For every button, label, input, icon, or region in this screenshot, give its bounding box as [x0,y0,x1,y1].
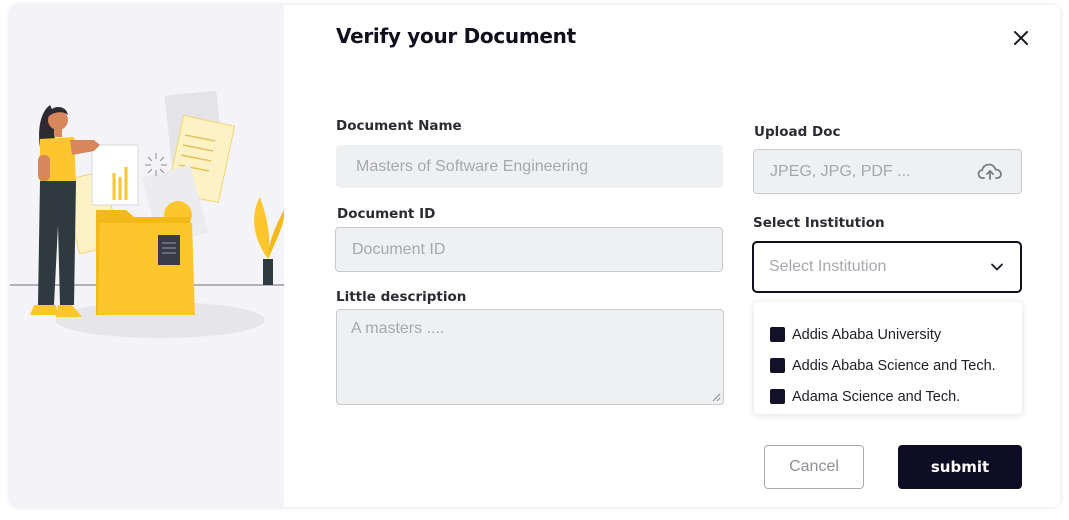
upload-doc-label: Upload Doc [754,124,841,140]
verify-document-dialog: Verify your Document Document Name Maste… [10,5,1060,507]
institution-option-label: Addis Ababa Science and Tech. [792,357,996,374]
select-institution-label: Select Institution [753,215,885,231]
dialog-title: Verify your Document [336,24,576,48]
institution-option-label: Adama Science and Tech. [792,388,961,405]
cloud-upload-icon[interactable] [977,162,1003,182]
resize-grip-icon[interactable] [711,392,721,402]
description-label: Little description [336,289,467,305]
checkbox[interactable] [770,327,785,342]
document-id-field[interactable] [335,227,723,272]
upload-doc-placeholder: JPEG, JPG, PDF ... [770,162,911,180]
institution-option-label: Addis Ababa University [792,326,942,343]
close-button[interactable] [1010,27,1032,49]
illustration-panel [10,5,284,507]
document-name-label: Document Name [336,118,462,134]
document-id-input[interactable] [352,240,722,259]
description-textarea[interactable] [351,320,723,400]
institution-option[interactable]: Adama Science and Tech. [754,381,1022,412]
checkbox[interactable] [770,389,785,404]
upload-doc-field[interactable]: JPEG, JPG, PDF ... [753,149,1022,194]
institution-dropdown: Addis Ababa University Addis Ababa Scien… [754,302,1022,414]
document-folder-illustration [10,90,284,338]
institution-select[interactable]: Select Institution [752,241,1022,293]
description-field[interactable] [336,309,724,405]
institution-option[interactable]: Addis Ababa University [754,319,1022,350]
checkbox[interactable] [770,358,785,373]
submit-button[interactable]: submit [898,445,1022,489]
chevron-down-icon [991,263,1003,271]
institution-option[interactable]: Addis Ababa Science and Tech. [754,350,1022,381]
institution-select-placeholder: Select Institution [769,258,887,275]
document-id-label: Document ID [337,206,436,222]
close-icon [1014,31,1028,45]
cancel-button[interactable]: Cancel [764,445,864,489]
document-name-field[interactable]: Masters of Software Engineering [336,145,723,188]
document-name-value: Masters of Software Engineering [356,157,589,175]
